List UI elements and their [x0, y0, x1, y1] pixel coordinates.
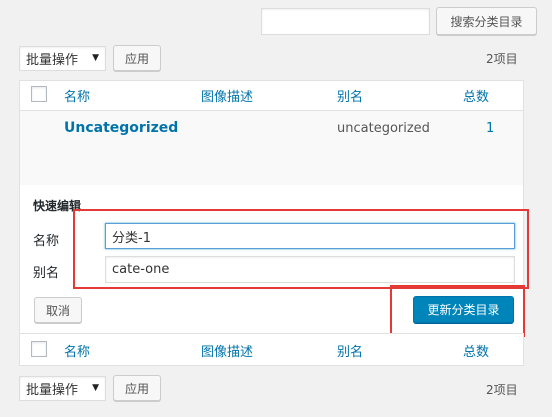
- bulk-actions-select-bottom[interactable]: 批量操作 ▼: [19, 376, 106, 401]
- column-header-name[interactable]: 名称: [64, 86, 90, 105]
- items-count-bottom: 2项目: [486, 383, 518, 397]
- items-count-top: 2项目: [486, 52, 518, 66]
- row-slug: uncategorized: [337, 121, 430, 136]
- row-count-link[interactable]: 1: [486, 121, 494, 136]
- cancel-button[interactable]: 取消: [34, 297, 82, 323]
- column-header-description[interactable]: 图像描述: [201, 86, 253, 105]
- row-name-link[interactable]: Uncategorized: [64, 120, 178, 136]
- bulk-actions-value-bottom: 批量操作: [26, 383, 79, 398]
- slug-field-label: 别名: [33, 266, 60, 281]
- highlight-update-box: [390, 285, 525, 337]
- apply-button-bottom[interactable]: 应用: [113, 375, 161, 401]
- footer-column-name[interactable]: 名称: [64, 341, 90, 360]
- table-footer: [19, 333, 524, 366]
- table-header: [19, 80, 524, 111]
- highlight-fields-box: [73, 209, 529, 289]
- footer-column-count[interactable]: 总数: [463, 341, 489, 360]
- column-header-slug[interactable]: 别名: [337, 86, 363, 105]
- chevron-down-icon: ▼: [92, 53, 99, 63]
- search-categories-button[interactable]: 搜索分类目录: [436, 7, 537, 35]
- bulk-actions-select-top[interactable]: 批量操作 ▼: [19, 46, 106, 71]
- select-all-checkbox-bottom[interactable]: [31, 341, 47, 357]
- footer-column-slug[interactable]: 别名: [337, 341, 363, 360]
- chevron-down-icon: ▼: [92, 383, 99, 393]
- name-field-label: 名称: [33, 234, 60, 249]
- select-all-checkbox-top[interactable]: [31, 86, 47, 102]
- footer-column-description[interactable]: 图像描述: [201, 341, 253, 360]
- column-header-count[interactable]: 总数: [463, 86, 489, 105]
- bulk-actions-value: 批量操作: [26, 53, 79, 68]
- search-input[interactable]: [261, 8, 430, 35]
- apply-button-top[interactable]: 应用: [113, 45, 161, 71]
